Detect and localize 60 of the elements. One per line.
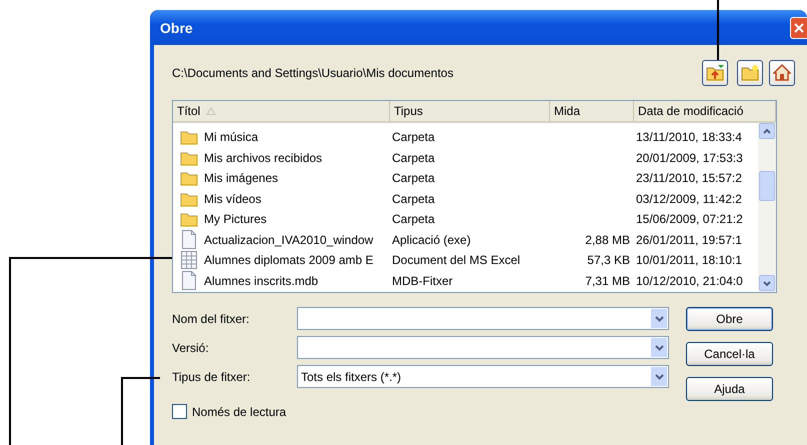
column-header[interactable]: Títol [173,101,390,121]
file-type: Aplicació (exe) [392,232,471,247]
close-button[interactable] [790,16,807,38]
file-size: 7,31 MB [585,274,630,288]
file-name[interactable]: Mi música [204,130,258,144]
close-icon [794,22,804,32]
scroll-thumb[interactable] [759,171,775,201]
toolbar-button[interactable] [702,60,728,86]
spreadsheet-icon [181,251,197,270]
field-label: Versió: [172,340,210,356]
modified-date: 03/12/2009, 11:42:2 [636,192,742,206]
file-name[interactable]: Alumnes diplomats 2009 amb E [204,253,374,268]
modified-date: 20/01/2009, 17:53:3 [636,150,743,165]
modified-date: 15/06/2009, 07:21:2 [636,212,743,226]
file-name[interactable]: Mis imágenes [204,171,278,186]
file-name[interactable]: Mis archivos recibidos [204,150,322,165]
folder-icon [180,150,198,166]
file-type: MDB-Fitxer [392,274,453,288]
file-name[interactable]: Actualizacion_IVA2010_window [204,232,374,247]
field-label: Tipus de fitxer: [172,368,252,386]
field-label: Nom del fitxer: [172,310,250,328]
file-type: Carpeta [392,130,435,144]
modified-date: 10/01/2011, 18:10:1 [636,253,742,268]
folder-icon [180,190,198,207]
checkbox[interactable] [172,404,187,419]
folder-icon [180,170,198,186]
checkbox-label[interactable]: Només de lectura [192,404,286,418]
file-size: 2,88 MB [585,232,630,247]
file-type: Carpeta [392,192,435,206]
home-icon [773,64,791,81]
folder-icon [180,211,198,228]
file-type: Carpeta [392,212,435,226]
modified-date: 23/11/2010, 15:57:2 [636,171,742,186]
file-icon [181,271,197,290]
folder-up-icon [706,64,724,80]
toolbar-button[interactable] [737,60,763,86]
file-type: Document del MS Excel [392,253,520,268]
modified-date: 13/11/2010, 18:33:4 [636,130,742,144]
leader-line [717,0,719,60]
scrollbar[interactable] [758,123,776,292]
dialog-button[interactable]: Obre [686,307,773,331]
file-size: 57,3 KB [587,253,630,268]
toolbar-button[interactable] [769,60,795,86]
column-header[interactable]: Mida [550,101,634,121]
file-icon [181,230,197,250]
modified-date: 26/01/2011, 19:57:1 [636,232,742,247]
dialog-button[interactable]: Ajuda [686,377,773,401]
file-name[interactable]: Mis vídeos [204,192,262,206]
file-name[interactable]: My Pictures [204,212,267,226]
file-type: Carpeta [392,171,435,186]
column-header[interactable]: Tipus [390,101,550,121]
new-folder-icon [741,64,759,80]
file-name[interactable]: Alumnes inscrits.mdb [204,274,318,288]
modified-date: 10/12/2010, 21:04:0 [636,274,743,288]
window-title: Obre [160,20,194,36]
column-header[interactable]: Data de modificació [634,101,776,121]
dialog-button[interactable]: Cancel·la [686,342,773,366]
file-type: Carpeta [392,150,435,165]
folder-icon [180,129,198,146]
folder-path: C:\Documents and Settings\Usuario\Mis documentos [172,66,454,80]
